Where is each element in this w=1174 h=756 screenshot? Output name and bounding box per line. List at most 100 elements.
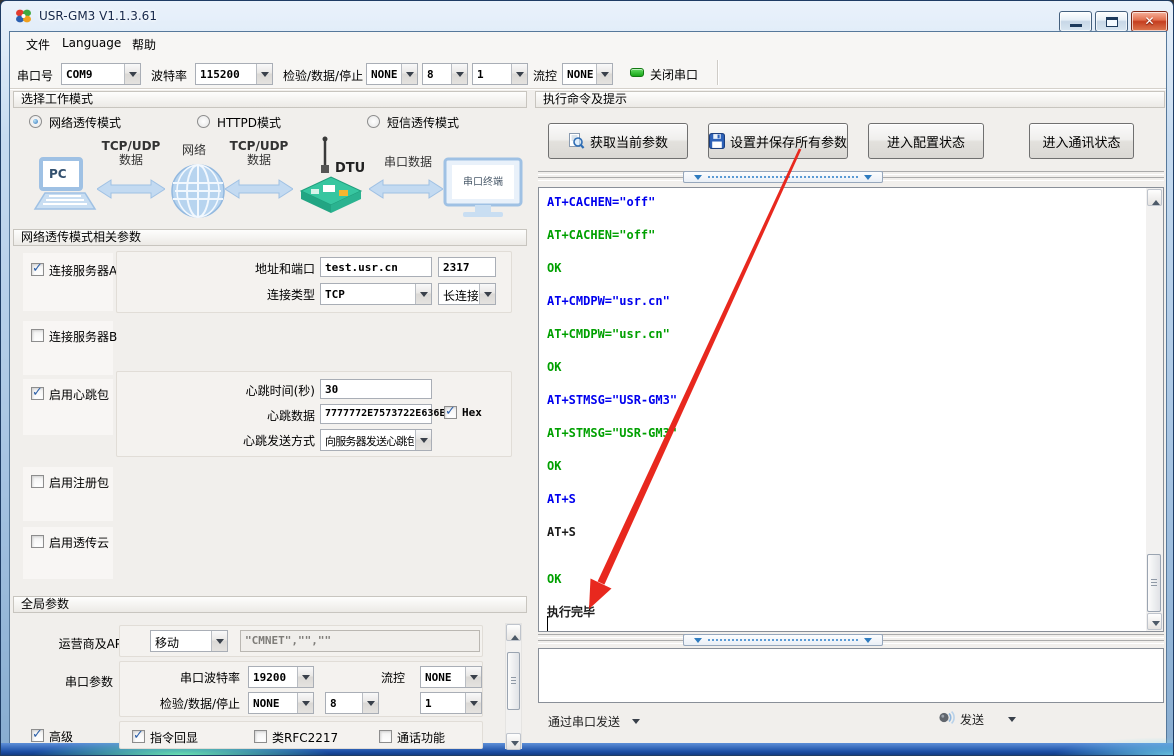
server-a-port-input[interactable]: 2317 bbox=[438, 257, 496, 277]
close-serial-port-button[interactable]: 关闭串口 bbox=[627, 61, 713, 85]
toolbar-port-select[interactable]: COM9 bbox=[61, 63, 141, 85]
toolbar-databits-select[interactable]: 8 bbox=[422, 63, 468, 85]
toolbar-baud-select[interactable]: 115200 bbox=[195, 63, 273, 85]
titlebar[interactable]: USR-GM3 V1.1.3.61 ✕ bbox=[1, 1, 1174, 31]
chevron-down-icon[interactable] bbox=[415, 284, 431, 304]
scrollbar-down-button[interactable] bbox=[506, 733, 521, 750]
serial-flow-select[interactable]: NONE bbox=[420, 666, 482, 688]
splitter-dots bbox=[708, 176, 858, 178]
server-b-checkbox[interactable] bbox=[31, 329, 44, 342]
splitter-handle[interactable] bbox=[683, 634, 883, 646]
heartbeat-data-input[interactable]: 7777772E7573722E636E bbox=[320, 404, 432, 424]
radio-net-transparent-label[interactable]: 网络透传模式 bbox=[49, 114, 121, 131]
network-label: 网络 bbox=[161, 143, 227, 157]
chevron-down-icon[interactable] bbox=[415, 430, 431, 450]
echo-label[interactable]: 指令回显 bbox=[150, 729, 198, 746]
apn-panel: 移动 "CMNET","","" bbox=[119, 625, 483, 657]
toolbar-stopbits-select[interactable]: 1 bbox=[472, 63, 528, 85]
chevron-down-icon[interactable] bbox=[362, 693, 378, 713]
log-line: 执行完毕 bbox=[547, 604, 1139, 620]
scrollbar-thumb[interactable] bbox=[1147, 554, 1161, 612]
minimize-button[interactable] bbox=[1059, 11, 1092, 32]
toolbar-parity-select[interactable]: NONE bbox=[366, 63, 418, 85]
chevron-down-icon[interactable] bbox=[451, 64, 467, 84]
server-a-address-input[interactable]: test.usr.cn bbox=[320, 257, 432, 277]
chevron-down-icon[interactable] bbox=[211, 631, 227, 651]
server-a-checkbox[interactable] bbox=[31, 263, 44, 276]
serial-parity-select[interactable]: NONE bbox=[248, 692, 314, 714]
chevron-down-icon[interactable] bbox=[465, 693, 481, 713]
server-b-label[interactable]: 连接服务器B bbox=[49, 328, 117, 345]
toolbar-flow-select[interactable]: NONE bbox=[562, 63, 613, 85]
chevron-down-icon[interactable] bbox=[401, 64, 417, 84]
heartbeat-time-input[interactable]: 30 bbox=[320, 379, 432, 399]
chevron-down-icon[interactable] bbox=[511, 64, 527, 84]
log-scrollbar[interactable] bbox=[1146, 188, 1163, 631]
splitter-handle[interactable] bbox=[683, 171, 883, 183]
server-a-type-select[interactable]: TCP bbox=[320, 283, 432, 305]
radio-httpd-mode[interactable] bbox=[197, 115, 210, 128]
left-scrollbar[interactable] bbox=[505, 623, 522, 749]
server-a-panel: 地址和端口 test.usr.cn 2317 连接类型 TCP 长连接 bbox=[116, 251, 512, 313]
app-window: USR-GM3 V1.1.3.61 ✕ 文件 Language 帮助 串口号 C… bbox=[0, 0, 1174, 756]
echo-checkbox[interactable] bbox=[132, 730, 145, 743]
serial-stopbits-select[interactable]: 1 bbox=[420, 692, 482, 714]
send-via-serial-dropdown[interactable]: 通过串口发送 bbox=[548, 709, 658, 733]
get-params-button[interactable]: 获取当前参数 bbox=[548, 123, 688, 159]
hex-checkbox[interactable] bbox=[444, 406, 457, 419]
chevron-down-icon bbox=[1008, 717, 1016, 726]
radio-net-transparent-mode[interactable] bbox=[29, 115, 42, 128]
advanced-label[interactable]: 高级 bbox=[49, 728, 73, 745]
carrier-select[interactable]: 移动 bbox=[150, 630, 228, 652]
chevron-down-icon[interactable] bbox=[465, 667, 481, 687]
log-line: AT+CACHEN="off" bbox=[547, 227, 1139, 243]
chevron-down-icon[interactable] bbox=[596, 64, 612, 84]
chevron-down-icon[interactable] bbox=[256, 64, 272, 84]
heartbeat-label[interactable]: 启用心跳包 bbox=[49, 386, 109, 403]
cloud-label[interactable]: 启用透传云 bbox=[49, 534, 109, 551]
heartbeat-checkbox[interactable] bbox=[31, 387, 44, 400]
chevron-down-icon[interactable] bbox=[479, 284, 495, 304]
chevron-down-icon[interactable] bbox=[297, 667, 313, 687]
rfc2217-label[interactable]: 类RFC2217 bbox=[272, 729, 338, 746]
scrollbar-up-button[interactable] bbox=[506, 624, 521, 641]
radio-sms-mode[interactable] bbox=[367, 115, 380, 128]
heartbeat-mode-select[interactable]: 向服务器发送心跳包 bbox=[320, 429, 432, 451]
double-arrow-icon bbox=[97, 179, 165, 202]
log-line: OK bbox=[547, 458, 1139, 474]
advanced-panel: 指令回显 类RFC2217 通话功能 bbox=[119, 721, 483, 749]
scrollbar-up-button[interactable] bbox=[1147, 189, 1162, 206]
log-lines: AT+CACHEN="off"AT+CACHEN="off"OKAT+CMDPW… bbox=[547, 194, 1139, 637]
server-a-label[interactable]: 连接服务器A bbox=[49, 262, 117, 279]
radio-sms-label[interactable]: 短信透传模式 bbox=[387, 114, 459, 131]
maximize-button[interactable] bbox=[1095, 11, 1128, 32]
menu-help[interactable]: 帮助 bbox=[128, 36, 160, 53]
register-label[interactable]: 启用注册包 bbox=[49, 474, 109, 491]
tcp-data-label-1: TCP/UDP数据 bbox=[95, 139, 167, 167]
chevron-down-icon[interactable] bbox=[297, 693, 313, 713]
enter-comm-button[interactable]: 进入通讯状态 bbox=[1029, 123, 1134, 159]
close-button[interactable]: ✕ bbox=[1131, 11, 1168, 32]
advanced-checkbox[interactable] bbox=[31, 729, 44, 742]
command-log[interactable]: AT+CACHEN="off"AT+CACHEN="off"OKAT+CMDPW… bbox=[538, 187, 1164, 632]
radio-httpd-label[interactable]: HTTPD模式 bbox=[217, 114, 281, 131]
scrollbar-thumb[interactable] bbox=[507, 652, 520, 710]
call-label[interactable]: 通话功能 bbox=[397, 729, 445, 746]
serial-baud-select[interactable]: 19200 bbox=[248, 666, 314, 688]
send-button[interactable]: 发送 bbox=[938, 707, 1028, 733]
register-checkbox[interactable] bbox=[31, 475, 44, 488]
save-params-button[interactable]: 设置并保存所有参数 bbox=[708, 123, 848, 159]
call-checkbox[interactable] bbox=[379, 730, 392, 743]
rfc2217-checkbox[interactable] bbox=[254, 730, 267, 743]
server-a-conn-select[interactable]: 长连接 bbox=[438, 283, 496, 305]
scrollbar-down-button[interactable] bbox=[1147, 613, 1162, 630]
menu-file[interactable]: 文件 bbox=[22, 36, 54, 53]
enter-config-button[interactable]: 进入配置状态 bbox=[868, 123, 984, 159]
chevron-down-icon[interactable] bbox=[124, 64, 140, 84]
send-input[interactable] bbox=[538, 648, 1164, 703]
right-panel: 执行命令及提示 获取当前参数 设置并保存所有参数 进入配置状态 进入通讯状态 bbox=[533, 89, 1167, 751]
cloud-checkbox[interactable] bbox=[31, 535, 44, 548]
hex-label[interactable]: Hex bbox=[462, 406, 482, 419]
serial-databits-select[interactable]: 8 bbox=[325, 692, 379, 714]
menu-language[interactable]: Language bbox=[58, 36, 125, 50]
